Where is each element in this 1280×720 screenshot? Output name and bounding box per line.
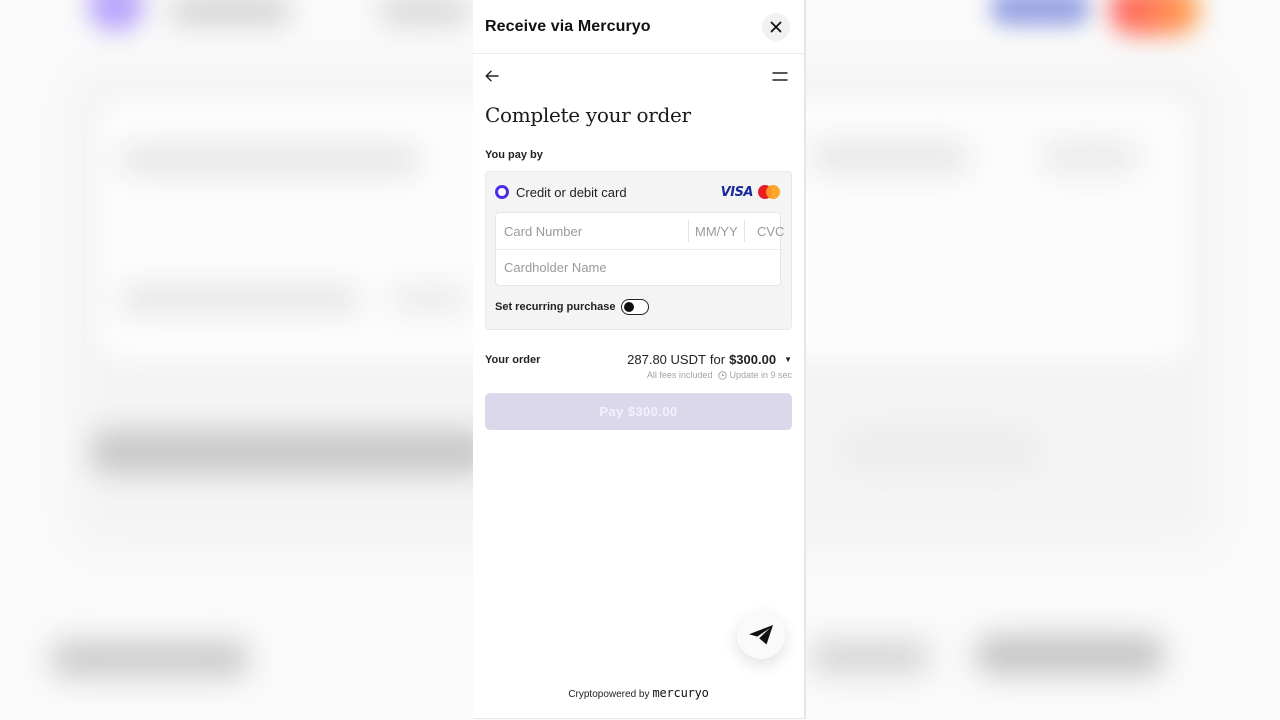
order-amount-dropdown[interactable]: 287.80 USDT for $300.00 ▼ bbox=[627, 352, 792, 367]
bg-footer-text bbox=[50, 640, 250, 678]
mercuryo-widget-panel: Receive via Mercuryo Complete your order… bbox=[473, 0, 806, 719]
bg-text bbox=[840, 430, 1040, 470]
fiat-amount: $300.00 bbox=[729, 352, 777, 367]
bg-nav-item bbox=[380, 0, 470, 22]
cardholder-name-input[interactable] bbox=[496, 250, 780, 285]
rate-update-timer: Update in 9 sec bbox=[718, 370, 792, 380]
menu-icon bbox=[772, 71, 788, 81]
recurring-purchase-label: Set recurring purchase bbox=[495, 301, 616, 313]
for-text: for bbox=[709, 352, 726, 367]
arrow-left-icon bbox=[485, 70, 499, 82]
bg-nav-item bbox=[170, 0, 290, 22]
card-radio-button[interactable] bbox=[495, 185, 509, 199]
widget-header: Receive via Mercuryo bbox=[473, 0, 804, 54]
pay-by-label: You pay by bbox=[485, 149, 543, 161]
bg-header-button bbox=[1110, 0, 1200, 35]
fees-note: All fees included bbox=[646, 370, 713, 380]
payment-method-label: Credit or debit card bbox=[516, 184, 627, 200]
bg-footer-text bbox=[975, 635, 1165, 675]
order-label: Your order bbox=[485, 354, 541, 366]
close-icon bbox=[770, 21, 782, 32]
footer-prefix: Cryptopowered by bbox=[568, 689, 650, 700]
widget-nav bbox=[473, 54, 804, 98]
cardholder-row bbox=[496, 249, 780, 285]
telegram-icon bbox=[749, 625, 773, 645]
widget-title: Receive via Mercuryo bbox=[485, 17, 651, 35]
recurring-purchase-row: Set recurring purchase bbox=[495, 299, 781, 315]
mastercard-logo-icon bbox=[757, 184, 781, 200]
powered-by-footer: Cryptopowered by mercuryo bbox=[473, 686, 804, 700]
card-fields bbox=[495, 212, 798, 286]
caret-down-icon: ▼ bbox=[784, 355, 792, 364]
visa-logo-icon: VISA bbox=[720, 184, 754, 200]
bg-logo bbox=[88, 0, 144, 32]
crypto-amount: 287.80 USDT bbox=[627, 352, 706, 367]
bg-header-button bbox=[990, 0, 1090, 26]
menu-button[interactable] bbox=[772, 71, 788, 81]
order-summary: Your order 287.80 USDT for $300.00 ▼ All… bbox=[485, 352, 792, 380]
update-note: Update in 9 sec bbox=[729, 370, 792, 380]
cvc-input[interactable] bbox=[744, 220, 798, 242]
expiry-input[interactable] bbox=[688, 220, 744, 242]
bg-text bbox=[120, 285, 360, 313]
order-notes: All fees included Update in 9 sec bbox=[627, 370, 792, 380]
pay-button[interactable]: Pay $300.00 bbox=[485, 393, 792, 430]
bg-text bbox=[90, 430, 490, 474]
back-button[interactable] bbox=[485, 70, 499, 82]
card-number-input[interactable] bbox=[496, 213, 688, 249]
close-button[interactable] bbox=[762, 12, 790, 41]
bg-text bbox=[1040, 140, 1140, 174]
order-details: 287.80 USDT for $300.00 ▼ All fees inclu… bbox=[627, 352, 792, 380]
card-brands: VISA bbox=[721, 184, 781, 200]
mercuryo-brand-logo: mercuryo bbox=[652, 686, 709, 700]
bg-text bbox=[120, 145, 420, 175]
payment-method-box: Credit or debit card VISA Card Number MM… bbox=[485, 171, 798, 330]
widget-content: Complete your order You pay by Credit or… bbox=[473, 98, 804, 430]
clock-icon bbox=[718, 370, 728, 380]
telegram-support-button[interactable] bbox=[737, 611, 785, 659]
toggle-knob bbox=[623, 301, 634, 312]
bg-text bbox=[810, 140, 970, 174]
page-title: Complete your order bbox=[485, 103, 691, 127]
bg-footer-text bbox=[810, 640, 930, 674]
payment-method-row: Credit or debit card VISA bbox=[495, 172, 781, 212]
card-number-row bbox=[496, 213, 798, 249]
card-payment-option[interactable]: Credit or debit card bbox=[495, 185, 627, 200]
recurring-purchase-toggle[interactable] bbox=[621, 299, 650, 315]
bg-text bbox=[390, 285, 470, 313]
